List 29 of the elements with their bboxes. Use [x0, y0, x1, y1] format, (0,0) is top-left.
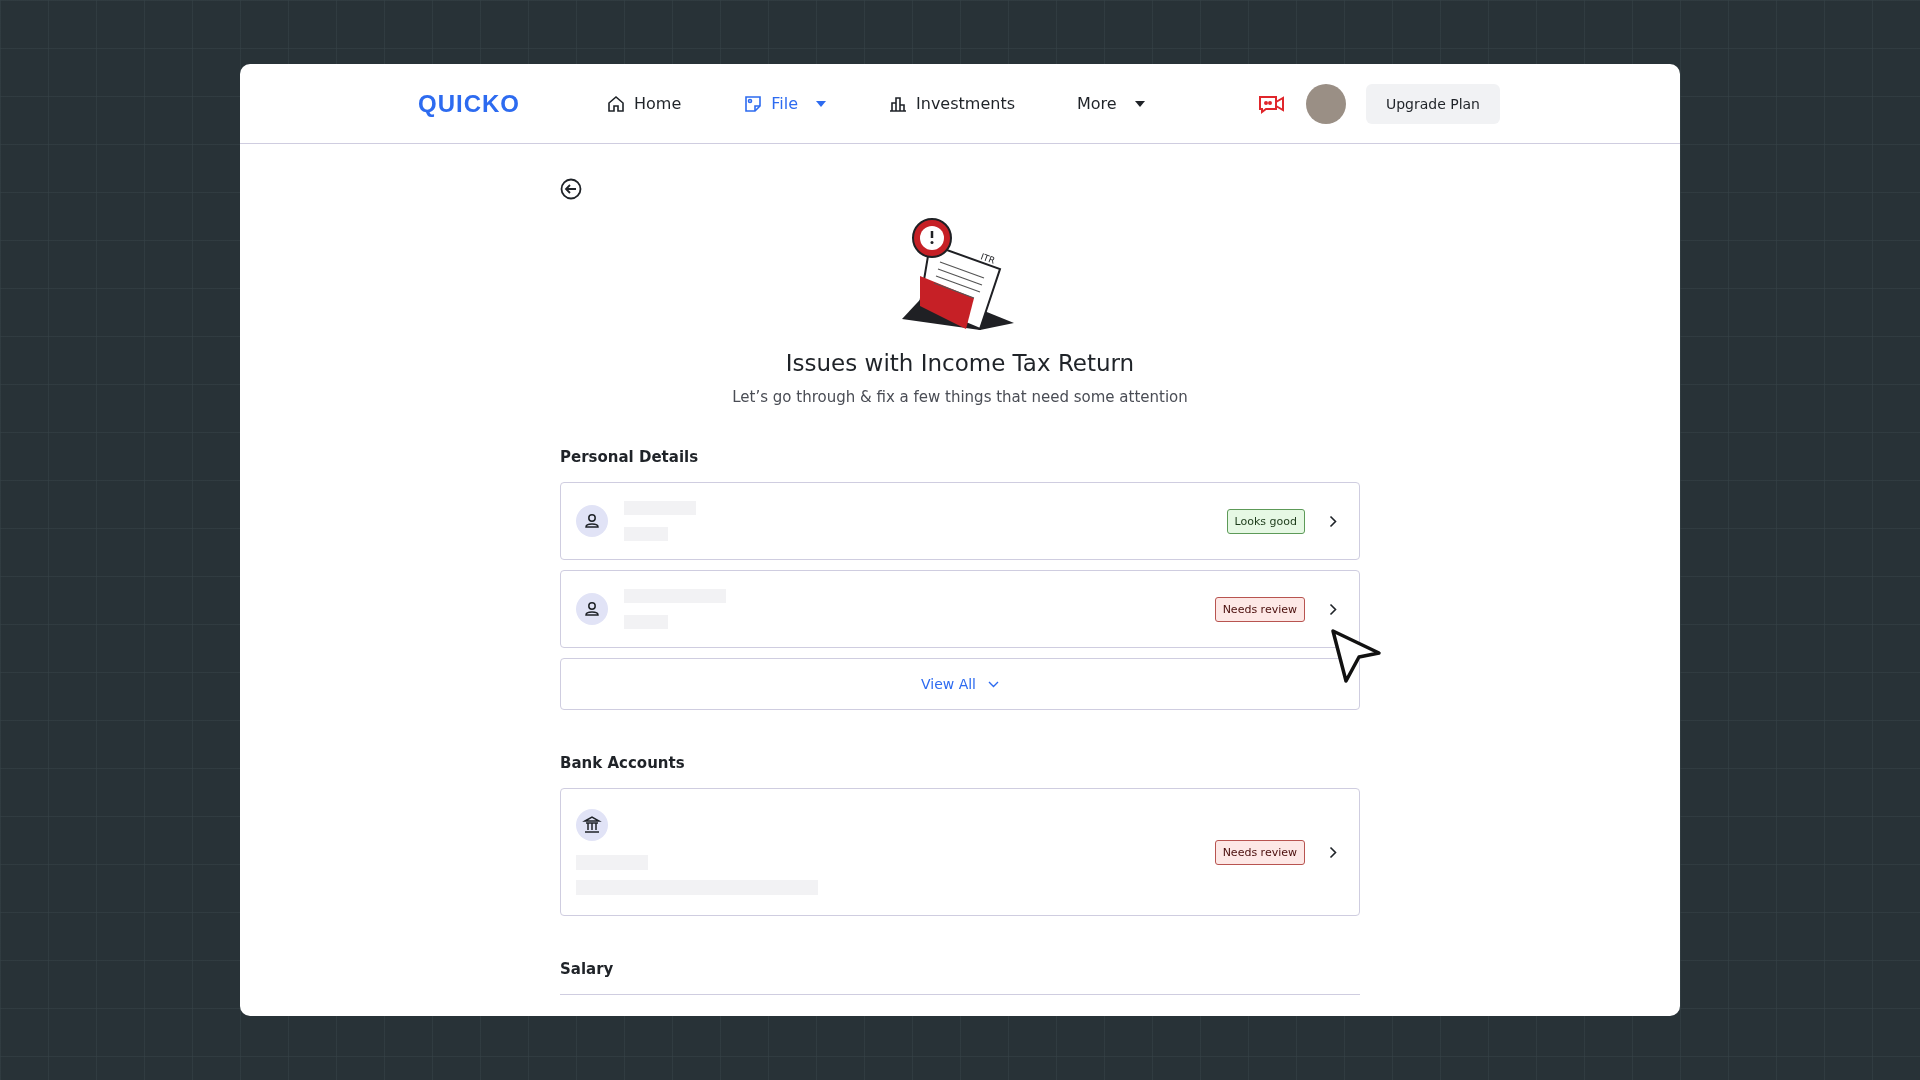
chevron-right-icon[interactable] [1329, 845, 1337, 859]
person-icon [576, 593, 608, 625]
page-title: Issues with Income Tax Return [784, 350, 1136, 376]
mouse-pointer-icon [1330, 628, 1382, 684]
nav-item[interactable]: Home [596, 85, 692, 122]
nav-item[interactable]: Investments [878, 85, 1025, 122]
nav-item[interactable]: More [1067, 86, 1155, 121]
section-title: Personal Details [560, 448, 700, 466]
page-subtitle: Let’s go through & fix a few things that need some attention [731, 388, 1189, 406]
home-icon [606, 93, 626, 114]
nav-item[interactable]: File [733, 85, 837, 122]
caret-icon [1134, 100, 1145, 107]
section-title: Bank Accounts [560, 754, 686, 772]
status-badge: Needs review [1214, 839, 1305, 865]
chevron-down-icon [988, 680, 999, 688]
bank-icon [576, 809, 608, 841]
chevron-right-icon[interactable] [1329, 514, 1337, 528]
avatar[interactable] [1305, 83, 1346, 124]
upgrade-plan-button[interactable]: Upgrade Plan [1365, 83, 1500, 124]
status-badge: Needs review [1214, 596, 1305, 622]
person-icon [576, 505, 608, 537]
section-title: Salary [560, 960, 615, 978]
chevron-right-icon[interactable] [1329, 602, 1337, 616]
status-badge: Looks good [1226, 508, 1305, 534]
logo[interactable]: QUICKO [418, 89, 520, 118]
document-label: ITR [979, 251, 997, 266]
video-camera-icon[interactable] [1257, 93, 1286, 114]
document-icon [743, 93, 764, 114]
caret-icon [816, 100, 827, 107]
